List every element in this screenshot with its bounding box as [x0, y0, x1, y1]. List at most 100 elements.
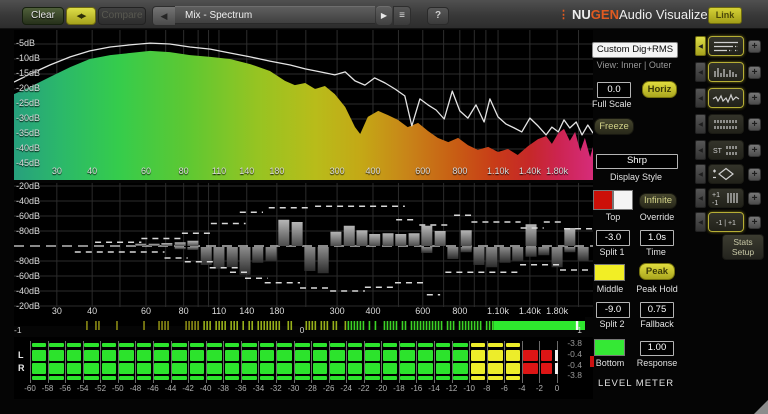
top-color-swatch-right[interactable] — [613, 190, 633, 210]
spectrum-lines-icon — [714, 41, 738, 52]
view-add-stereo-spectrogram-button[interactable]: + — [748, 144, 761, 157]
view-assign-waveform-button[interactable]: ◀ — [695, 88, 706, 108]
view-assign-vectorscope-button[interactable]: ◀ — [695, 164, 706, 184]
view-assign-stereo-spectrogram-button[interactable]: ◀ — [695, 140, 706, 160]
meter-segment — [435, 343, 451, 347]
meter-scale-label: -10 — [463, 384, 475, 393]
logo-dots-icon: ⋮ — [558, 8, 569, 21]
bottom-label: Bottom — [595, 358, 625, 368]
meter-segment — [136, 376, 152, 380]
meter-segment — [488, 350, 503, 361]
fallback-label: Fallback — [640, 319, 674, 329]
top-color-swatch-left[interactable] — [593, 190, 613, 210]
stats-setup-line2: Setup — [731, 247, 755, 257]
meter-gridline — [188, 341, 190, 383]
difference-display: -20dB -40dB -60dB -80dB -80dB -60dB -40dB -20dB… — [14, 182, 593, 317]
view-toggle-stereo-spectrogram-button[interactable]: ST — [708, 140, 744, 160]
nugen-logo: ⋮ NU GEN Audio Visualizer — [558, 6, 712, 22]
help-button[interactable]: ? — [427, 7, 449, 25]
meter-segment — [84, 343, 99, 347]
resize-handle[interactable] — [754, 400, 768, 414]
meter-segment — [400, 350, 415, 361]
stats-setup-line1: Stats — [733, 236, 753, 247]
stats-setup-button[interactable]: Stats Setup — [722, 234, 764, 260]
meter-segment — [66, 376, 82, 380]
meter-scale-label: -50 — [112, 384, 124, 393]
ticks-icon — [714, 120, 737, 129]
response-input[interactable]: 1.00 — [640, 341, 674, 356]
compare-button[interactable]: Compare — [98, 7, 146, 25]
view-toggle-spectrogram-button[interactable] — [708, 114, 744, 134]
meter-segment — [382, 350, 398, 361]
preset-list-button[interactable]: ≡ — [393, 6, 411, 26]
bottom-color-swatch[interactable] — [594, 339, 625, 356]
meter-gridline — [521, 341, 523, 383]
meter-segment — [242, 350, 257, 361]
view-add-waveform-button[interactable]: + — [748, 92, 761, 105]
meter-segment — [66, 363, 82, 374]
preset-next-button[interactable]: ▶ — [376, 6, 392, 25]
view-add-vectorscope-button[interactable]: + — [748, 168, 761, 181]
meter-segment — [330, 343, 345, 347]
meter-segment — [259, 363, 275, 374]
view-add-histogram-button[interactable]: + — [748, 66, 761, 79]
preset-dropdown[interactable]: Mix - Spectrum — [175, 6, 375, 24]
peak-hold-label: Peak Hold — [636, 284, 678, 294]
fallback-input[interactable]: 0.75 — [640, 302, 674, 318]
view-toggle-spectrum-button[interactable] — [708, 36, 744, 56]
freeze-button[interactable]: Freeze — [594, 118, 634, 135]
correlation-labels: -1 0 1 — [14, 326, 585, 335]
view-add-correlation-meter-button[interactable]: + — [748, 216, 761, 229]
view-toggle-histogram-button[interactable] — [708, 62, 744, 82]
view-add-spectrum-button[interactable]: + — [748, 40, 761, 53]
view-add-spectrogram-button[interactable]: + — [748, 118, 761, 131]
svg-text:+1: +1 — [712, 192, 720, 199]
split2-input[interactable]: -9.0 — [596, 302, 630, 318]
meter-segment — [470, 343, 486, 347]
meter-segment — [295, 376, 310, 380]
time-input[interactable]: 1.0s — [640, 230, 674, 246]
meter-scale-label: -30 — [287, 384, 300, 393]
meter-segment — [312, 376, 328, 380]
override-button[interactable]: Infinite — [639, 193, 677, 209]
view-add-correlation-history-button[interactable]: + — [748, 192, 761, 205]
meter-mode-dropdown[interactable]: Custom Dig+RMS — [592, 42, 678, 58]
meter-segment — [470, 376, 486, 380]
view-assign-correlation-history-button[interactable]: ◀ — [695, 188, 706, 208]
top-label: Top — [605, 212, 621, 222]
meter-scale-label: -8 — [483, 384, 491, 393]
meter-gridline — [434, 341, 436, 383]
meter-segment — [224, 343, 240, 347]
view-toggle-correlation-history-button[interactable]: +1 -1 — [708, 188, 744, 208]
meter-scale-label: -12 — [445, 384, 458, 393]
clear-button[interactable]: Clear — [22, 7, 64, 25]
full-scale-input[interactable]: 0.0 — [597, 82, 631, 98]
link-button[interactable]: Link — [708, 7, 742, 24]
meter-scale-label: -38 — [217, 384, 229, 393]
meter-segment — [277, 363, 292, 374]
meter-segment — [224, 350, 240, 361]
meter-segment — [312, 350, 328, 361]
horiz-button[interactable]: Horiz — [642, 81, 677, 98]
meter-segment — [417, 376, 433, 380]
middle-color-swatch[interactable] — [594, 264, 625, 281]
view-toggle-waveform-button[interactable] — [708, 88, 744, 108]
meter-segment — [172, 376, 187, 380]
view-toggle-correlation-meter-button[interactable]: -1 | +1 — [708, 212, 744, 232]
meter-scale-label: -56 — [59, 384, 71, 393]
meter-segment — [453, 363, 468, 374]
view-assign-correlation-meter-button[interactable]: ◀ — [695, 212, 706, 232]
view-assign-spectrum-button[interactable]: ◀ — [695, 36, 706, 56]
meter-segment — [154, 350, 170, 361]
view-assign-spectrogram-button[interactable]: ◀ — [695, 114, 706, 134]
preset-prev-button[interactable]: ◀ — [152, 6, 176, 26]
view-assign-histogram-button[interactable]: ◀ — [695, 62, 706, 82]
logo-gen: GEN — [590, 6, 619, 22]
ab-toggle-button[interactable]: ◀▶ — [66, 7, 96, 25]
split1-input[interactable]: -3.0 — [596, 230, 630, 246]
peak-button[interactable]: Peak — [639, 263, 675, 280]
histogram-icon — [714, 68, 737, 77]
display-style-dropdown[interactable]: Shrp — [596, 154, 678, 169]
logo-product-name: Audio Visualizer — [618, 6, 712, 22]
view-toggle-vectorscope-button[interactable] — [708, 164, 744, 184]
